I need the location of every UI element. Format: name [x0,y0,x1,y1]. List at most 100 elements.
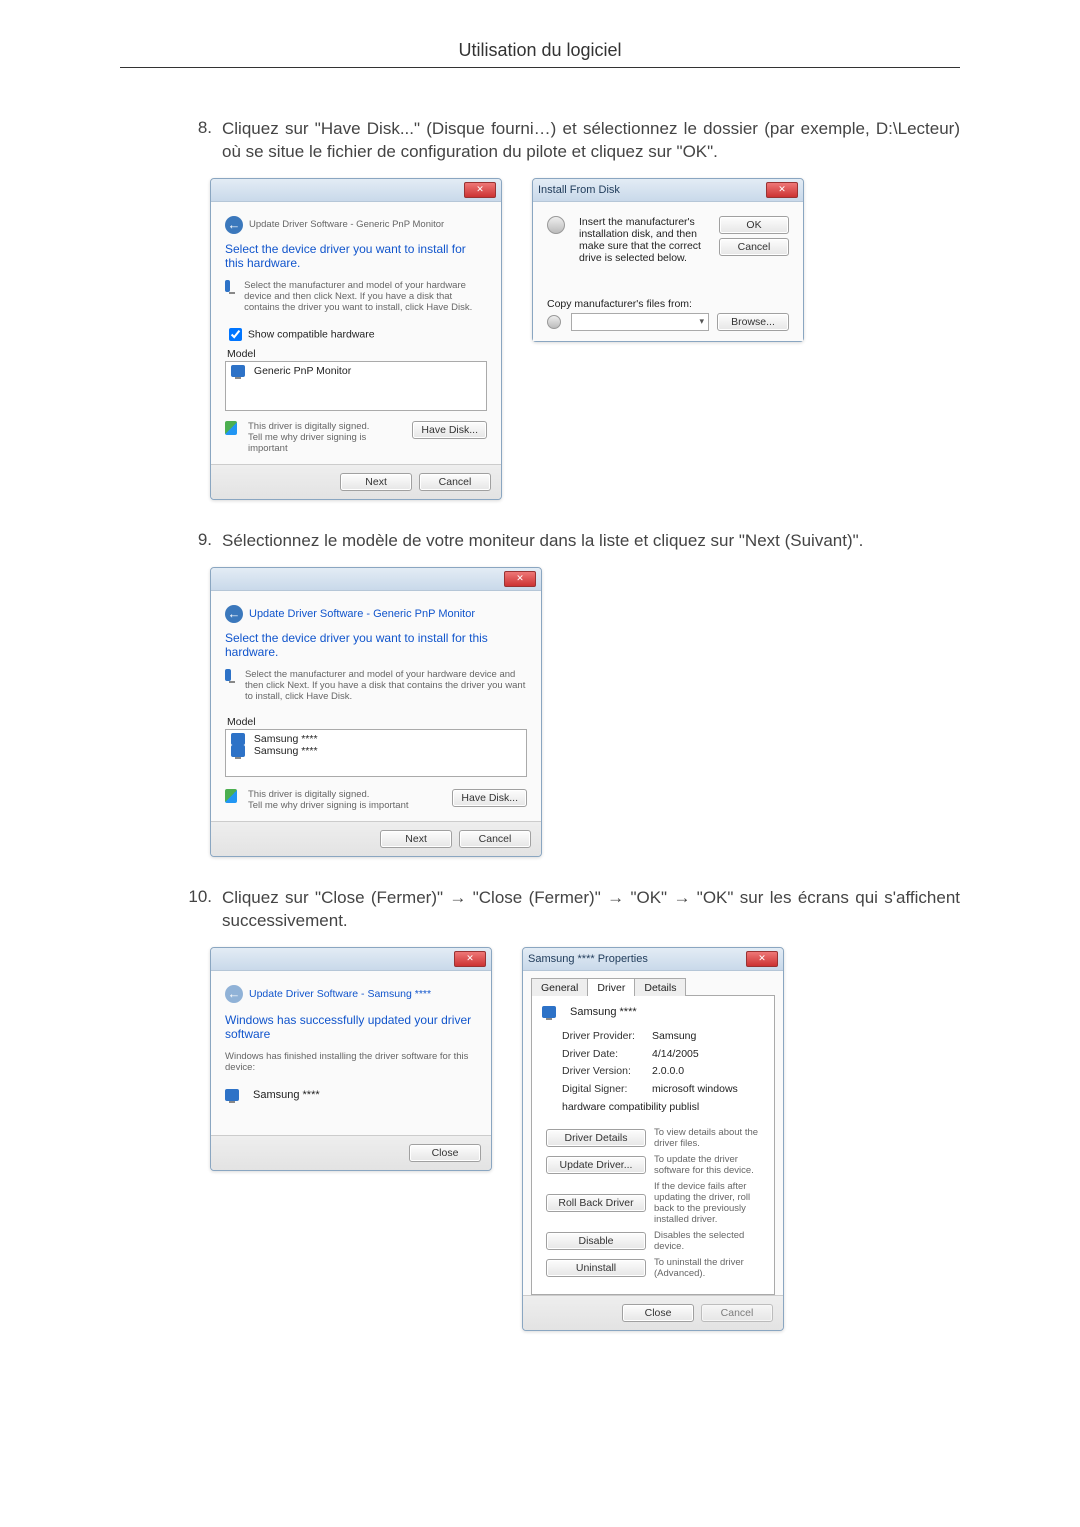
shield-icon [225,421,237,435]
dialog-titlebar: ✕ [211,568,541,591]
next-button[interactable]: Next [340,473,412,491]
disk-icon [547,216,565,234]
monitor-icon [225,669,231,681]
step-text: Cliquez sur "Close (Fermer)" → "Close (F… [222,887,960,933]
step-9: 9. Sélectionnez le modèle de votre monit… [180,530,960,553]
monitor-icon [231,733,245,745]
tell-me-why-link[interactable]: Tell me why driver signing is important [248,432,402,454]
back-arrow-icon[interactable]: ← [225,216,243,234]
driver-listbox[interactable]: Generic PnP Monitor [225,361,487,411]
uninstall-button[interactable]: Uninstall [546,1259,646,1277]
update-driver-button[interactable]: Update Driver... [546,1156,646,1174]
step-number: 8. [180,118,222,164]
dialog-titlebar: ✕ [211,179,501,202]
success-subtext: Windows has finished installing the driv… [225,1051,477,1073]
label-provider: Driver Provider: [562,1028,652,1046]
list-item[interactable]: Generic PnP Monitor [231,365,481,377]
list-item-label: Samsung **** [254,745,318,757]
cancel-button[interactable]: Cancel [719,238,789,256]
back-arrow-icon: ← [225,985,243,1003]
browse-button[interactable]: Browse... [717,313,789,331]
monitor-icon [231,745,245,757]
ok-button[interactable]: OK [719,216,789,234]
update-success-dialog: ✕ ← Update Driver Software - Samsung ***… [210,947,492,1171]
have-disk-button[interactable]: Have Disk... [452,789,527,807]
list-item[interactable]: Samsung **** [231,745,521,757]
back-arrow-icon[interactable]: ← [225,605,243,623]
document-page: Utilisation du logiciel 8. Cliquez sur "… [0,0,1080,1441]
dialog-headline: Select the device driver you want to ins… [225,631,527,659]
tell-me-why-link[interactable]: Tell me why driver signing is important [248,800,442,811]
list-item-label: Generic PnP Monitor [254,365,351,377]
tab-driver[interactable]: Driver [587,978,635,996]
dialog-titlebar: Install From Disk ✕ [533,179,803,202]
close-icon[interactable]: ✕ [746,951,778,967]
value-provider: Samsung [652,1030,696,1042]
monitor-icon [542,1006,556,1018]
disable-button[interactable]: Disable [546,1232,646,1250]
cancel-button[interactable]: Cancel [459,830,531,848]
shield-icon [225,789,237,803]
close-icon[interactable]: ✕ [504,571,536,587]
step-text: Cliquez sur "Have Disk..." (Disque fourn… [222,118,960,164]
desc-uninstall: To uninstall the driver (Advanced). [654,1257,764,1279]
cancel-button[interactable]: Cancel [701,1304,773,1322]
label-signer: Digital Signer: [562,1081,652,1099]
step-text: Sélectionnez le modèle de votre moniteur… [222,530,960,553]
device-properties-dialog: Samsung **** Properties ✕ General Driver… [522,947,784,1331]
dialog-titlebar: Samsung **** Properties ✕ [523,948,783,971]
rollback-driver-button[interactable]: Roll Back Driver [546,1194,646,1212]
path-combobox[interactable]: ▾ [571,313,709,331]
driver-listbox[interactable]: Samsung **** Samsung **** [225,729,527,777]
desc-update: To update the driver software for this d… [654,1154,764,1176]
dialog-title: Samsung **** Properties [528,953,746,965]
list-item-label: Samsung **** [254,733,318,745]
value-version: 2.0.0.0 [652,1065,684,1077]
value-date: 4/14/2005 [652,1048,699,1060]
signed-status: This driver is digitally signed. [248,789,442,800]
close-icon[interactable]: ✕ [766,182,798,198]
monitor-icon [225,1089,239,1101]
tab-general[interactable]: General [531,978,588,996]
tab-details[interactable]: Details [634,978,686,996]
step-number: 9. [180,530,222,553]
list-item[interactable]: Samsung **** [231,733,521,745]
figure-row-step9: ✕ ← Update Driver Software - Generic PnP… [210,567,960,857]
desc-details: To view details about the driver files. [654,1127,764,1149]
chevron-down-icon: ▾ [699,316,704,327]
dialog-title: Install From Disk [538,184,766,196]
close-button[interactable]: Close [409,1144,481,1162]
close-button[interactable]: Close [622,1304,694,1322]
tab-row: General Driver Details [531,977,775,996]
monitor-icon [225,280,230,292]
figure-row-step10: ✕ ← Update Driver Software - Samsung ***… [210,947,960,1331]
page-title: Utilisation du logiciel [120,40,960,68]
driver-details-button[interactable]: Driver Details [546,1129,646,1147]
label-version: Driver Version: [562,1063,652,1081]
close-icon[interactable]: ✕ [464,182,496,198]
copy-from-label: Copy manufacturer's files from: [547,298,789,310]
step-number: 10. [180,887,222,933]
cancel-button[interactable]: Cancel [419,473,491,491]
dialog-headline: Select the device driver you want to ins… [225,242,487,270]
success-headline: Windows has successfully updated your dr… [225,1013,477,1041]
dialog-titlebar: ✕ [211,948,491,971]
close-icon[interactable]: ✕ [454,951,486,967]
disk-icon [547,315,561,329]
breadcrumb: Update Driver Software - Generic PnP Mon… [249,608,475,620]
dialog-hint: Select the manufacturer and model of you… [245,669,527,702]
label-date: Driver Date: [562,1046,652,1064]
show-compatible-checkbox[interactable] [229,328,242,341]
next-button[interactable]: Next [380,830,452,848]
desc-disable: Disables the selected device. [654,1230,764,1252]
monitor-icon [231,365,245,377]
column-header-model: Model [227,716,527,728]
desc-rollback: If the device fails after updating the d… [654,1181,764,1225]
breadcrumb: Update Driver Software - Samsung **** [249,988,431,1000]
update-driver-dialog-2: ✕ ← Update Driver Software - Generic PnP… [210,567,542,857]
signed-status: This driver is digitally signed. [248,421,402,432]
dialog-hint: Select the manufacturer and model of you… [244,280,487,313]
step-10: 10. Cliquez sur "Close (Fermer)" → "Clos… [180,887,960,933]
column-header-model: Model [227,348,487,360]
have-disk-button[interactable]: Have Disk... [412,421,487,439]
